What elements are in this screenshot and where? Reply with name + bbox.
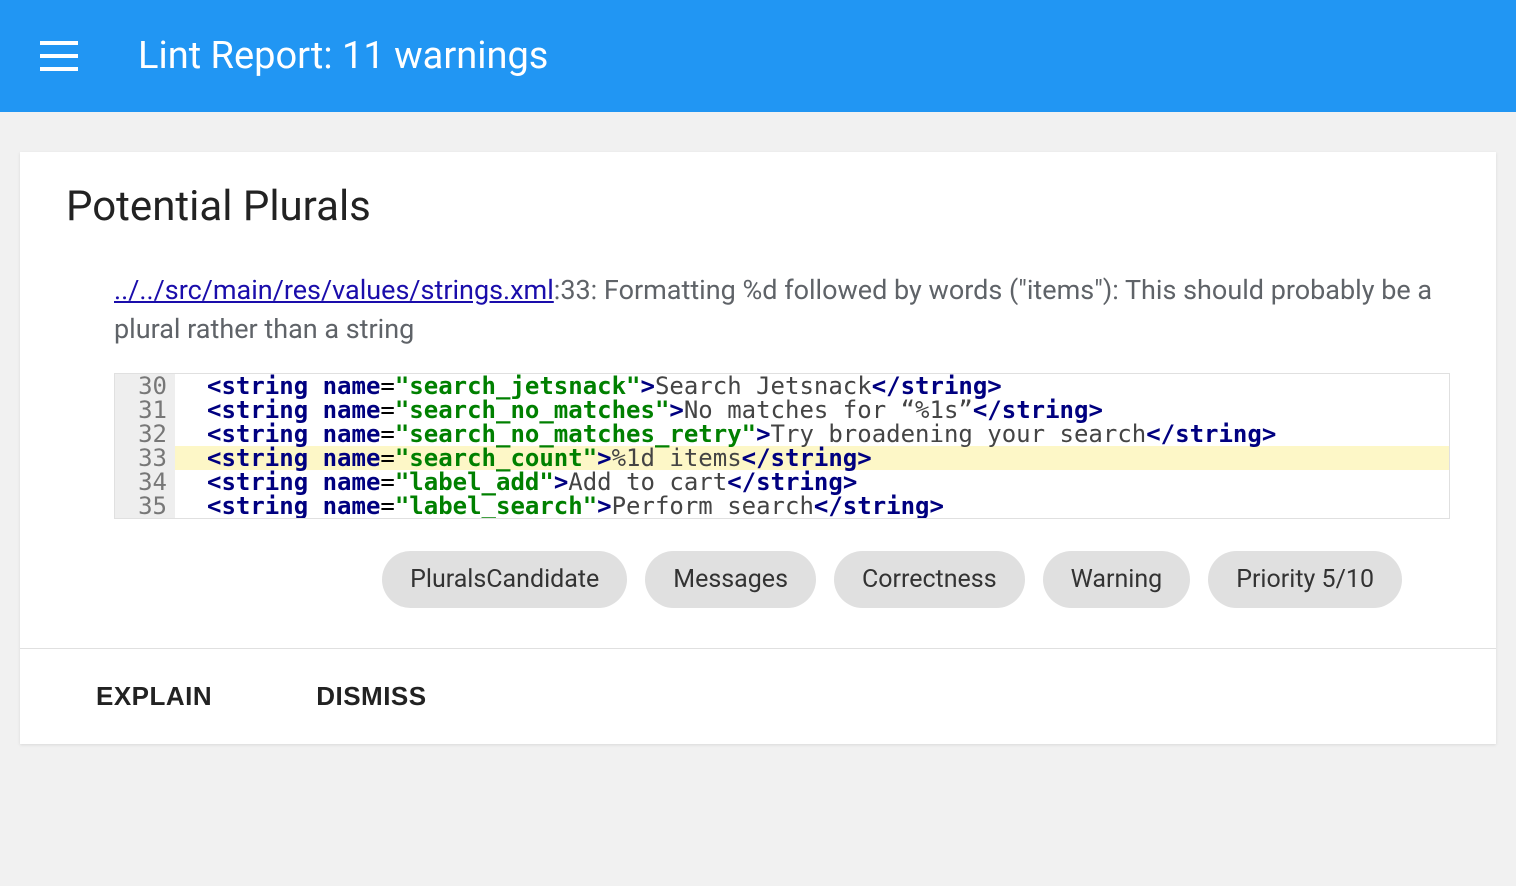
card-actions: EXPLAIN DISMISS: [20, 648, 1496, 744]
line-content: <string name="search_count">%1d items</s…: [175, 446, 872, 470]
code-line: 34<string name="label_add">Add to cart</…: [115, 470, 1449, 494]
line-content: <string name="search_no_matches">No matc…: [175, 398, 1103, 422]
line-number: 35: [115, 494, 175, 518]
file-link[interactable]: ../../src/main/res/values/strings.xml: [114, 274, 554, 306]
line-content: <string name="search_no_matches_retry">T…: [175, 422, 1276, 446]
menu-icon[interactable]: [40, 41, 78, 71]
line-number: 33: [115, 446, 175, 470]
code-line: 32<string name="search_no_matches_retry"…: [115, 422, 1449, 446]
code-snippet: 30<string name="search_jetsnack">Search …: [114, 373, 1450, 519]
code-line: 30<string name="search_jetsnack">Search …: [115, 374, 1449, 398]
warning-card: Potential Plurals ../../src/main/res/val…: [20, 152, 1496, 744]
card-title: Potential Plurals: [66, 182, 1450, 231]
line-number: 34: [115, 470, 175, 494]
code-line: 33<string name="search_count">%1d items<…: [115, 446, 1449, 470]
code-line: 35<string name="label_search">Perform se…: [115, 494, 1449, 518]
chip-messages[interactable]: Messages: [645, 551, 816, 608]
tag-chips: PluralsCandidate Messages Correctness Warni…: [66, 551, 1450, 608]
line-number: 31: [115, 398, 175, 422]
line-ref: :33:: [554, 274, 597, 306]
line-content: <string name="label_search">Perform sear…: [175, 494, 944, 518]
chip-pluralscandidate[interactable]: PluralsCandidate: [382, 551, 627, 608]
warning-message: ../../src/main/res/values/strings.xml:33…: [114, 271, 1450, 349]
content-area: Potential Plurals ../../src/main/res/val…: [0, 112, 1516, 744]
dismiss-button[interactable]: DISMISS: [286, 673, 456, 720]
line-number: 32: [115, 422, 175, 446]
chip-priority-5-10[interactable]: Priority 5/10: [1208, 551, 1402, 608]
line-content: <string name="search_jetsnack">Search Je…: [175, 374, 1002, 398]
chip-warning[interactable]: Warning: [1043, 551, 1191, 608]
chip-correctness[interactable]: Correctness: [834, 551, 1025, 608]
line-content: <string name="label_add">Add to cart</st…: [175, 470, 857, 494]
explain-button[interactable]: EXPLAIN: [66, 673, 242, 720]
page-title: Lint Report: 11 warnings: [138, 34, 548, 78]
code-line: 31<string name="search_no_matches">No ma…: [115, 398, 1449, 422]
app-header: Lint Report: 11 warnings: [0, 0, 1516, 112]
line-number: 30: [115, 374, 175, 398]
message-block: ../../src/main/res/values/strings.xml:33…: [66, 271, 1450, 519]
card-body: Potential Plurals ../../src/main/res/val…: [20, 152, 1496, 648]
